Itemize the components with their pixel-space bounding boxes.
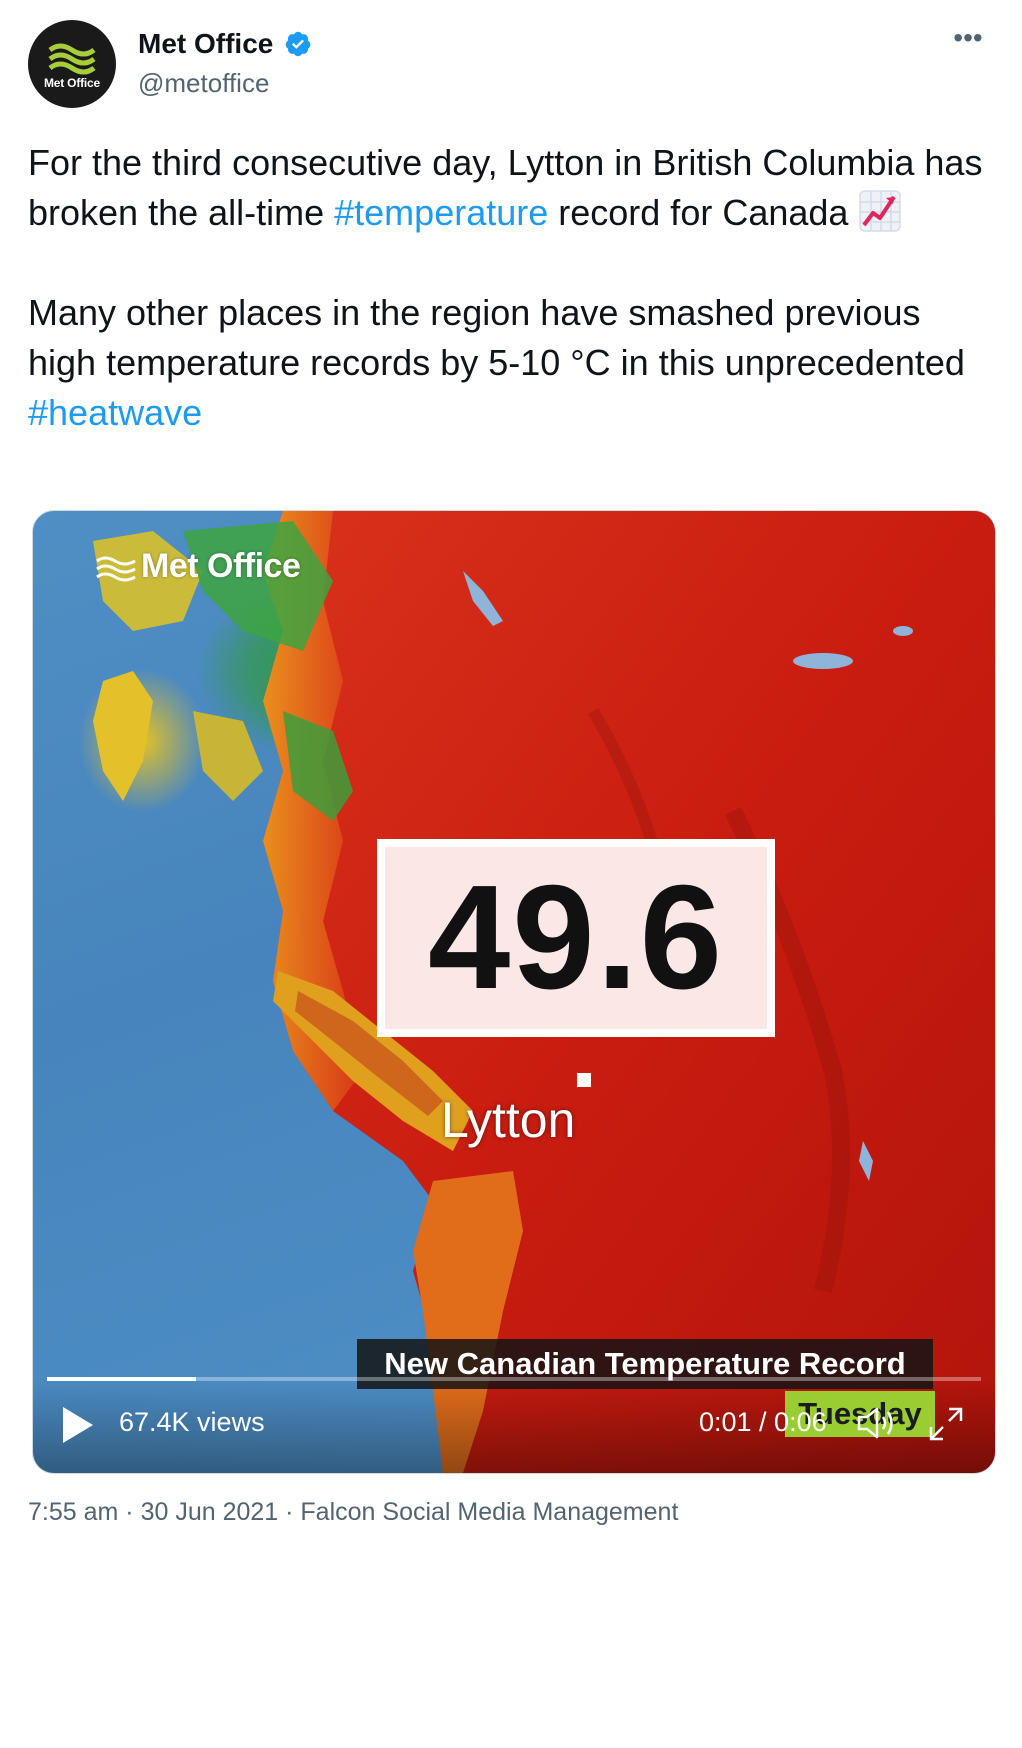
met-office-logo-icon [48, 43, 96, 75]
chart-increasing-emoji-icon [859, 190, 902, 232]
avatar-label: Met Office [43, 76, 100, 90]
more-options-icon[interactable]: ••• [950, 24, 986, 58]
user-handle[interactable]: @metoffice [138, 68, 312, 99]
met-office-wave-icon [96, 556, 136, 582]
avatar[interactable]: Met Office [28, 20, 116, 108]
tweet-text-segment: Many other places in the region have sma… [28, 292, 965, 383]
video-wordmark: Met Office [95, 547, 301, 586]
fullscreen-icon[interactable] [927, 1405, 965, 1443]
tweet-date[interactable]: 30 Jun 2021 [141, 1498, 279, 1526]
tweet-paragraph-1: For the third consecutive day, Lytton in… [28, 138, 988, 238]
author-names: Met Office @metoffice [138, 28, 312, 99]
meta-separator: · [278, 1498, 301, 1526]
hashtag-heatwave-link[interactable]: #heatwave [28, 392, 202, 433]
video-progress-bar[interactable] [47, 1377, 981, 1381]
temperature-value: 49.6 [377, 839, 775, 1037]
location-label: Lytton [441, 1092, 576, 1148]
meta-separator: · [118, 1498, 141, 1526]
video-wordmark-text: Met Office [141, 547, 301, 585]
time-display: 0:01 / 0:06 [699, 1407, 827, 1437]
tweet-source[interactable]: Falcon Social Media Management [300, 1498, 678, 1526]
verified-badge-icon [285, 31, 311, 57]
video-player[interactable]: Met Office 49.6 Lytton New Canadian Temp… [32, 510, 996, 1474]
hashtag-temperature-link[interactable]: #temperature [334, 192, 548, 233]
view-count: 67.4K views [119, 1407, 265, 1437]
location-marker [577, 1073, 591, 1087]
record-banner: New Canadian Temperature Record [357, 1339, 933, 1389]
tweet-header: Met Office Met Office @metoffice ••• [28, 20, 994, 110]
tweet-metadata: 7:55 am · 30 Jun 2021 · Falcon Social Me… [28, 1498, 678, 1527]
tweet-time[interactable]: 7:55 am [28, 1498, 118, 1526]
volume-icon[interactable] [855, 1403, 899, 1443]
play-icon[interactable] [59, 1405, 95, 1445]
display-name[interactable]: Met Office [138, 28, 273, 60]
video-progress-fill [47, 1377, 197, 1381]
tweet-text: For the third consecutive day, Lytton in… [28, 138, 988, 438]
tweet-text-segment: record for Canada [548, 192, 849, 233]
tweet-paragraph-2: Many other places in the region have sma… [28, 288, 988, 438]
